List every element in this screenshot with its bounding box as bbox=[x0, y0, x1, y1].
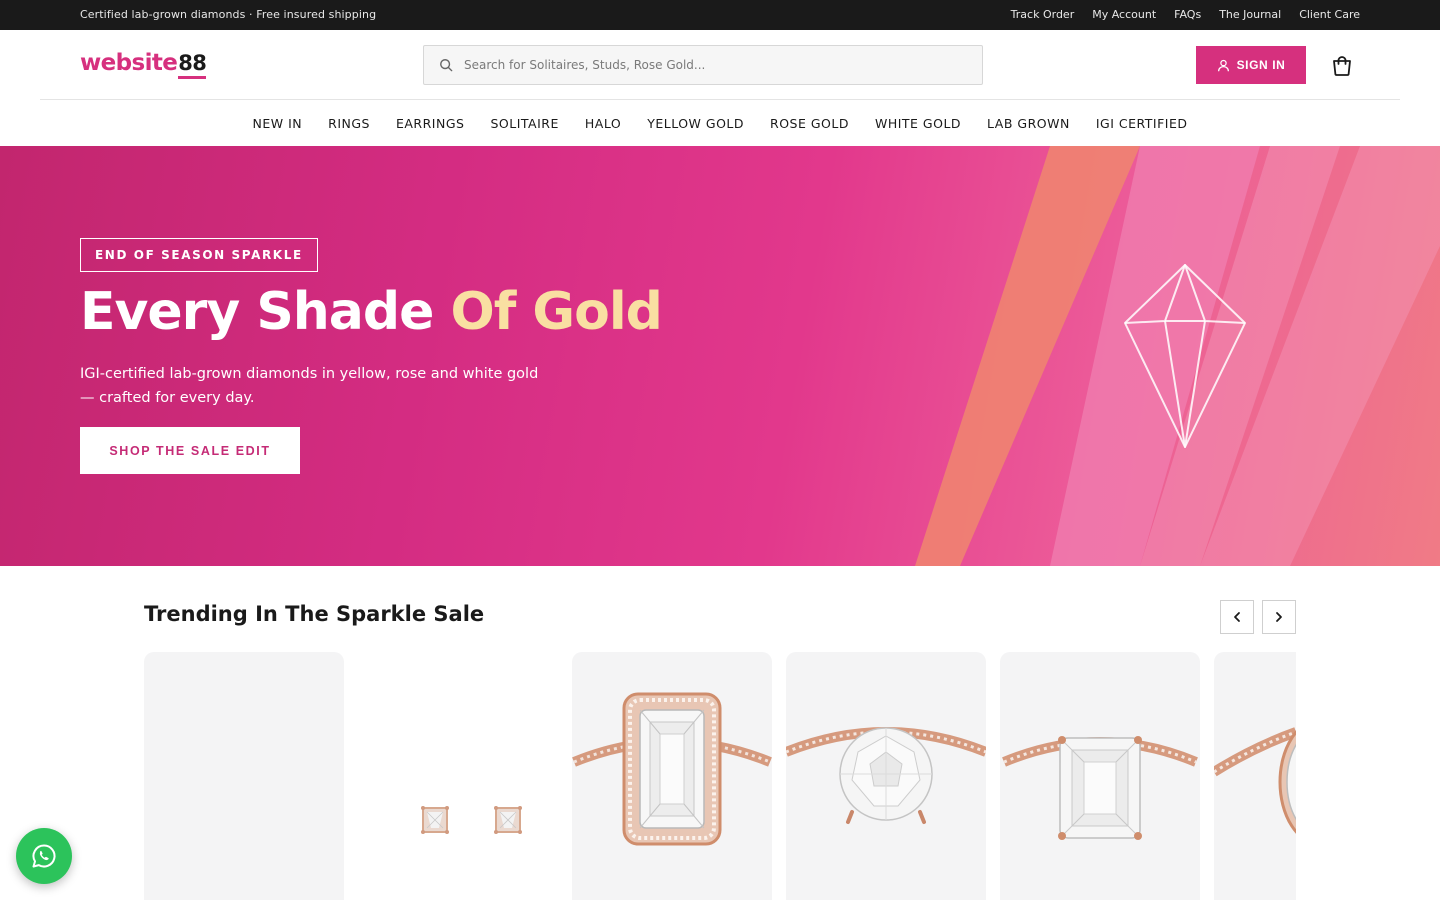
nav-item-white-gold[interactable]: WHITE GOLD bbox=[875, 116, 961, 131]
client-care-link[interactable]: Client Care bbox=[1299, 8, 1360, 21]
hero-title: Every Shade Of Gold bbox=[80, 282, 663, 342]
faqs-link[interactable]: FAQs bbox=[1174, 8, 1201, 21]
nav-item-solitaire[interactable]: SOLITAIRE bbox=[490, 116, 558, 131]
hero-title-main: Every Shade bbox=[80, 282, 451, 342]
nav-item-igi-certified[interactable]: IGI CERTIFIED bbox=[1096, 116, 1188, 131]
search-box[interactable] bbox=[423, 45, 983, 85]
search-input[interactable] bbox=[464, 46, 974, 84]
nav-item-new-in[interactable]: NEW IN bbox=[253, 116, 303, 131]
diamond-outline-icon bbox=[1124, 264, 1246, 448]
hero-tag: END OF SEASON SPARKLE bbox=[80, 238, 318, 272]
carousel-prev-button[interactable] bbox=[1220, 600, 1254, 634]
product-card[interactable] bbox=[572, 652, 772, 900]
trending-title: Trending In The Sparkle Sale bbox=[144, 602, 485, 626]
hero-banner: END OF SEASON SPARKLE Every Shade Of Gol… bbox=[0, 146, 1440, 566]
carousel-next-button[interactable] bbox=[1262, 600, 1296, 634]
halo-ring-image bbox=[1214, 727, 1296, 834]
site-header: website88 SIGN IN bbox=[0, 30, 1440, 100]
nav-item-lab-grown[interactable]: LAB GROWN bbox=[987, 116, 1070, 131]
search-icon bbox=[440, 59, 453, 72]
whatsapp-chat-button[interactable] bbox=[16, 828, 72, 884]
product-card[interactable] bbox=[144, 652, 344, 900]
product-card[interactable] bbox=[786, 652, 986, 900]
product-carousel bbox=[144, 652, 1296, 900]
announcement-bar: Certified lab-grown diamonds · Free insu… bbox=[0, 0, 1440, 30]
nav-item-halo[interactable]: HALO bbox=[585, 116, 621, 131]
stud-earrings-image bbox=[421, 806, 522, 834]
user-icon bbox=[1217, 59, 1229, 71]
chevron-right-icon bbox=[1276, 612, 1282, 622]
nav-item-rose-gold[interactable]: ROSE GOLD bbox=[770, 116, 849, 131]
hero-title-accent: Of Gold bbox=[450, 282, 662, 342]
my-account-link[interactable]: My Account bbox=[1092, 8, 1156, 21]
product-card[interactable] bbox=[1000, 652, 1200, 900]
journal-link[interactable]: The Journal bbox=[1219, 8, 1281, 21]
main-nav: NEW IN RINGS EARRINGS SOLITAIRE HALO YEL… bbox=[0, 100, 1440, 146]
round-solitaire-ring-image bbox=[786, 727, 986, 824]
emerald-halo-ring-image bbox=[572, 692, 772, 846]
product-card[interactable] bbox=[358, 652, 558, 900]
logo-text: website bbox=[80, 50, 178, 76]
logo-number: 88 bbox=[178, 51, 207, 75]
chevron-left-icon bbox=[1234, 612, 1240, 622]
emerald-pave-ring-image bbox=[1002, 736, 1198, 840]
nav-item-rings[interactable]: RINGS bbox=[328, 116, 370, 131]
shopping-bag-icon[interactable] bbox=[1330, 54, 1354, 78]
sign-in-button[interactable]: SIGN IN bbox=[1196, 46, 1306, 84]
utility-links: Track Order My Account FAQs The Journal … bbox=[1011, 8, 1360, 21]
shop-sale-button[interactable]: SHOP THE SALE EDIT bbox=[80, 427, 300, 474]
nav-item-yellow-gold[interactable]: YELLOW GOLD bbox=[647, 116, 744, 131]
product-card[interactable] bbox=[1214, 652, 1296, 900]
sign-in-label: SIGN IN bbox=[1236, 58, 1286, 72]
whatsapp-icon bbox=[32, 844, 56, 868]
site-logo[interactable]: website88 bbox=[80, 50, 207, 76]
announcement-message: Certified lab-grown diamonds · Free insu… bbox=[80, 8, 377, 21]
nav-item-earrings[interactable]: EARRINGS bbox=[396, 116, 464, 131]
track-order-link[interactable]: Track Order bbox=[1011, 8, 1075, 21]
hero-subtitle: IGI-certified lab-grown diamonds in yell… bbox=[80, 366, 539, 406]
